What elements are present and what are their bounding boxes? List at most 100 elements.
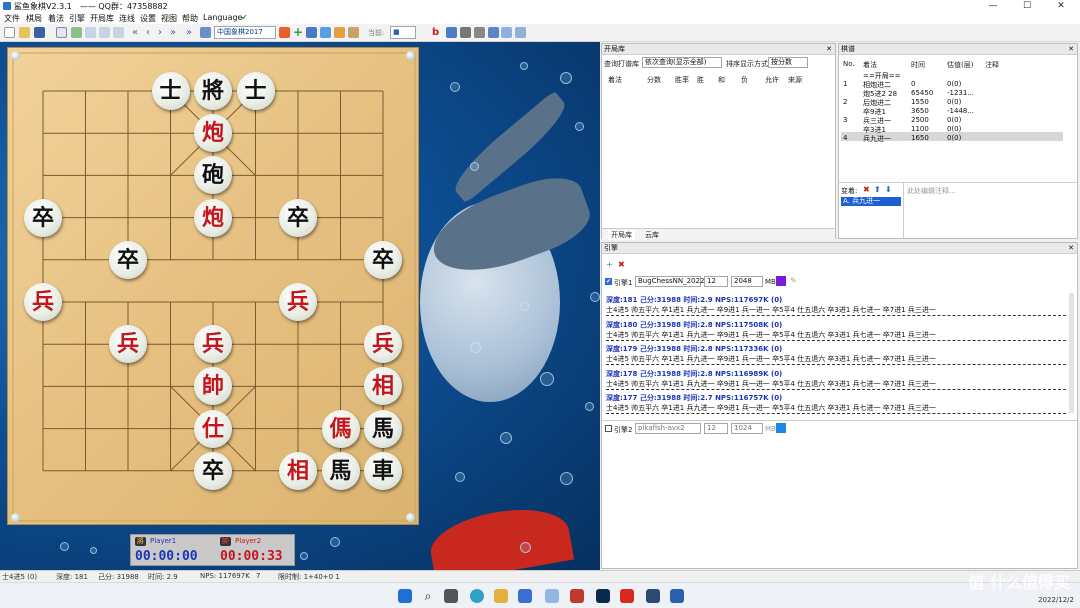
move-row-time[interactable]: 3650 [911, 107, 929, 115]
move-row-time[interactable]: 2500 [911, 116, 929, 124]
black-piece[interactable]: 卒 [364, 240, 402, 279]
menu-settings[interactable]: 设置 [140, 13, 156, 24]
engine2-color-swatch[interactable] [776, 423, 786, 433]
delete-variation-icon[interactable]: ✖ [863, 185, 870, 194]
gray2-icon[interactable] [474, 27, 485, 38]
col-move[interactable]: 着法 [608, 75, 622, 85]
tool-icon[interactable] [334, 27, 345, 38]
red-piece[interactable]: 仕 [194, 409, 232, 448]
task-view-icon[interactable] [444, 589, 458, 603]
black-piece[interactable]: 馬 [364, 409, 402, 448]
black-piece[interactable]: 卒 [109, 240, 147, 279]
engine2-hash[interactable]: 1024 [731, 423, 763, 434]
black-piece[interactable]: 車 [364, 451, 402, 490]
col-eval[interactable]: 估值(层) [947, 60, 973, 70]
red-piece[interactable]: 兵 [109, 325, 147, 364]
menu-view[interactable]: 视图 [161, 13, 177, 24]
menu-engine[interactable]: 引擎 [69, 13, 85, 24]
col-score[interactable]: 分数 [647, 75, 661, 85]
engine1-color-swatch[interactable] [776, 276, 786, 286]
engine2-checkbox[interactable] [605, 425, 612, 432]
tab-opening-book[interactable]: 开局库 [608, 230, 635, 240]
minimize-button[interactable]: — [976, 0, 1010, 12]
photos-icon[interactable] [545, 589, 559, 603]
engine1-settings-icon[interactable]: ✎ [790, 276, 797, 285]
grid-icon[interactable] [306, 27, 317, 38]
menu-move[interactable]: 着法 [48, 13, 64, 24]
prev-move-icon[interactable]: ‹ [146, 27, 157, 38]
col-comment[interactable]: 注释 [985, 60, 999, 70]
menu-opening-book[interactable]: 开局库 [90, 13, 114, 24]
brush-icon[interactable] [348, 27, 359, 38]
paste-icon[interactable] [99, 27, 110, 38]
copy-icon[interactable] [85, 27, 96, 38]
down-arrow-icon[interactable]: ⬇ [885, 185, 892, 194]
first-move-icon[interactable]: « [132, 27, 143, 38]
close-icon[interactable]: ✕ [826, 44, 832, 54]
comment-editor[interactable]: 此处编辑注释... [907, 186, 956, 196]
move-row-move[interactable]: 兵九进一 [863, 134, 891, 144]
col-source[interactable]: 来源 [788, 75, 802, 85]
mode-select[interactable]: ■ [390, 26, 416, 39]
move-row-time[interactable]: 1550 [911, 98, 929, 106]
panel-icon[interactable] [515, 27, 526, 38]
black-piece[interactable]: 馬 [321, 451, 360, 490]
red-piece[interactable]: 相 [279, 451, 317, 490]
col-winrate[interactable]: 胜率 [675, 75, 689, 85]
move-row-no[interactable]: 1 [843, 80, 847, 88]
open-folder-icon[interactable] [19, 27, 30, 38]
window-icon[interactable] [488, 27, 499, 38]
black-piece[interactable]: 士 [236, 72, 275, 110]
red-piece[interactable]: 傌 [321, 409, 360, 448]
menu-help[interactable]: 帮助 [182, 13, 198, 24]
book-select[interactable]: 中国象棋2017 [214, 26, 276, 39]
close-button[interactable]: ✕ [1044, 0, 1078, 12]
col-move[interactable]: 着法 [863, 60, 877, 70]
col-win[interactable]: 胜 [697, 75, 704, 85]
move-row-time[interactable]: 1650 [911, 134, 929, 142]
add-icon[interactable] [279, 27, 290, 38]
engine1-checkbox[interactable]: ✔ [605, 278, 612, 285]
last-move-icon[interactable]: » [170, 27, 181, 38]
search-icon[interactable]: ⌕ [421, 589, 435, 603]
file-explorer-icon[interactable] [494, 589, 508, 603]
engine1-select[interactable]: BugChessNN_2022 [635, 276, 704, 287]
move-row-eval[interactable]: 0(0) [947, 98, 961, 106]
pdf-icon[interactable] [620, 589, 634, 603]
red-piece[interactable]: 炮 [194, 198, 232, 237]
col-time[interactable]: 时间 [911, 60, 925, 70]
move-row-time[interactable]: 1100 [911, 125, 929, 133]
menu-language[interactable]: Language [203, 13, 242, 22]
red-piece[interactable]: 兵 [279, 283, 317, 321]
menu-game[interactable]: 棋局 [26, 13, 42, 24]
save-icon[interactable] [34, 27, 45, 38]
move-row-no[interactable]: 3 [843, 116, 847, 124]
menu-file[interactable]: 文件 [4, 13, 20, 24]
black-piece[interactable]: 士 [151, 72, 190, 110]
start-icon[interactable] [398, 589, 412, 603]
move-row-eval[interactable]: 0(0) [947, 134, 961, 142]
end-move-icon[interactable]: » [186, 27, 197, 38]
app-64-icon[interactable] [570, 589, 584, 603]
new-file-icon[interactable] [4, 27, 15, 38]
pen-icon[interactable] [320, 27, 331, 38]
add-engine-icon[interactable]: + [606, 260, 613, 269]
gray-icon[interactable] [460, 27, 471, 38]
move-row-eval[interactable]: 0(0) [947, 116, 961, 124]
sort-mode-select[interactable]: 按分数 [768, 57, 808, 68]
move-row-time[interactable]: 0 [911, 80, 915, 88]
engine2-select[interactable]: pikafish-avx2 [635, 423, 701, 434]
zoom-icon[interactable] [501, 27, 512, 38]
query-mode-select[interactable]: 依次查询(显示全部) [642, 57, 722, 68]
xiangqi-board[interactable]: 士將士炮砲炮卒卒卒卒兵兵兵兵兵帥相仕傌馬卒相馬車 [7, 47, 419, 525]
engine-output-scrollbar[interactable] [1069, 293, 1074, 413]
close-icon[interactable]: ✕ [1068, 243, 1074, 253]
red-piece[interactable]: 兵 [364, 325, 402, 364]
list-icon[interactable] [200, 27, 211, 38]
red-piece[interactable]: 兵 [194, 325, 232, 364]
tab-cloud-book[interactable]: 云库 [642, 230, 662, 240]
black-piece[interactable]: 卒 [279, 198, 317, 237]
move-row-eval[interactable]: -1448... [947, 107, 974, 115]
red-piece[interactable]: 兵 [24, 283, 62, 321]
black-piece[interactable]: 卒 [194, 451, 232, 490]
